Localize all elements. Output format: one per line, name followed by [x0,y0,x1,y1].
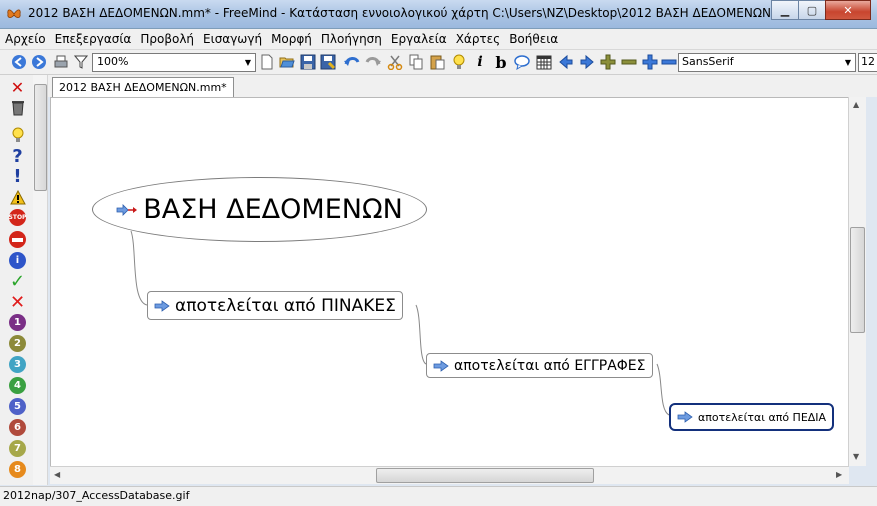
back-icon[interactable] [10,53,28,71]
menu-bar: Αρχείο Επεξεργασία Προβολή Εισαγωγή Μορφ… [0,29,877,50]
ok-icon[interactable]: ✓ [9,271,26,292]
forward-icon[interactable] [30,53,48,71]
tab-map[interactable]: 2012 ΒΑΣΗ ΔΕΔΟΜΕΝΩΝ.mm* [52,77,234,97]
open-icon[interactable] [278,53,296,71]
undo-icon[interactable] [343,53,361,71]
important-icon[interactable]: ! [9,166,26,187]
new-icon[interactable] [258,53,276,71]
scroll-up-icon[interactable]: ▲ [853,100,859,109]
scroll-right-icon[interactable]: ▶ [836,470,842,479]
bold-icon[interactable]: b [492,53,510,72]
main-toolbar: 100% ▼ i b SansSerif ▼ 12 [0,50,877,75]
arrow-right-icon [154,299,170,312]
menu-insert[interactable]: Εισαγωγή [198,29,266,49]
delete-all-icon[interactable] [9,98,26,116]
font-family-value: SansSerif [682,55,734,68]
scroll-left-icon[interactable]: ◀ [54,470,60,479]
menu-file[interactable]: Αρχείο [0,29,50,49]
window-controls: ▁ ▢ ✕ [771,0,871,20]
scroll-down-icon[interactable]: ▼ [853,452,859,461]
priority-2-icon[interactable]: 2 [9,335,26,352]
copy-icon[interactable] [407,53,425,71]
menu-format[interactable]: Μορφή [266,29,316,49]
save-icon[interactable] [299,53,317,71]
priority-6-icon[interactable]: 6 [9,419,26,436]
no-entry-icon[interactable] [9,231,26,248]
priority-1-icon[interactable]: 1 [9,314,26,331]
remove-last-icon[interactable]: ✕ [9,78,26,97]
priority-4-icon[interactable]: 4 [9,377,26,394]
redo-icon[interactable] [364,53,382,71]
menu-edit[interactable]: Επεξεργασία [50,29,136,49]
priority-5-icon[interactable]: 5 [9,398,26,415]
stop-icon[interactable]: STOP [9,209,26,226]
status-text: 2012nap/307_AccessDatabase.gif [3,489,190,502]
arrow-right-icon [677,411,693,423]
window-title: 2012 ΒΑΣΗ ΔΕΔΟΜΕΝΩΝ.mm* - FreeMind - Κατ… [28,6,799,20]
paste-icon[interactable] [428,53,446,71]
butterfly-app-icon [7,9,21,18]
child-node-label: αποτελείται από ΠΕΔΙΑ [698,410,827,424]
scrollbar-thumb[interactable] [850,227,865,333]
maximize-button[interactable]: ▢ [798,0,826,20]
add-icon[interactable] [599,53,617,71]
menu-view[interactable]: Προβολή [135,29,198,49]
scrollbar-thumb[interactable] [34,84,47,191]
cancel-icon[interactable]: ✕ [9,292,26,313]
menu-tools[interactable]: Εργαλεία [386,29,451,49]
root-node[interactable]: ΒΑΣΗ ΔΕΔΟΜΕΝΩΝ [92,177,427,242]
minimize-button[interactable]: ▁ [771,0,799,20]
note-icon[interactable] [513,53,531,71]
node-left-icon[interactable] [557,53,575,71]
save-as-icon[interactable] [319,53,337,71]
calendar-icon[interactable] [535,53,553,71]
icon-toolbar: ✕ ? ! STOP i ✓ ✕ 1 2 3 4 5 6 7 8 [0,75,34,485]
tab-strip: 2012 ΒΑΣΗ ΔΕΔΟΜΕΝΩΝ.mm* [48,75,877,97]
info-icon[interactable]: i [9,252,26,269]
grow-icon[interactable] [641,53,659,71]
font-size-select[interactable]: 12 [858,53,877,72]
child-node-tables[interactable]: αποτελείται από ΠΙΝΑΚΕΣ [147,291,403,320]
horizontal-scrollbar[interactable]: ◀ ▶ [50,466,849,484]
chevron-down-icon: ▼ [244,58,252,67]
print-icon[interactable] [52,53,70,71]
cut-icon[interactable] [386,53,404,71]
warning-icon[interactable] [9,188,26,206]
child-node-label: αποτελείται από ΕΓΓΡΑΦΕΣ [454,357,646,374]
priority-3-icon[interactable]: 3 [9,356,26,373]
arrow-right-icon [433,359,449,372]
filter-icon[interactable] [72,53,90,71]
font-size-value: 12 [861,55,875,68]
remove-icon[interactable] [620,53,638,71]
zoom-value: 100% [97,55,129,68]
priority-8-icon[interactable]: 8 [9,461,26,478]
child-node-fields-selected[interactable]: αποτελείται από ΠΕΔΙΑ [669,403,835,431]
scrollbar-thumb[interactable] [376,468,594,483]
child-node-label: αποτελείται από ΠΙΝΑΚΕΣ [175,295,396,316]
idea-icon[interactable] [450,53,468,71]
menu-help[interactable]: Βοήθεια [504,29,562,49]
node-right-icon[interactable] [578,53,596,71]
font-family-select[interactable]: SansSerif ▼ [678,53,856,72]
root-node-label: ΒΑΣΗ ΔΕΔΟΜΕΝΩΝ [143,194,403,225]
node-link-arrow-icon [116,203,138,216]
priority-7-icon[interactable]: 7 [9,440,26,457]
close-button[interactable]: ✕ [825,0,871,20]
icon-toolbar-scrollbar[interactable] [33,75,48,485]
chevron-down-icon: ▼ [844,58,852,67]
zoom-select[interactable]: 100% ▼ [92,53,256,72]
vertical-scrollbar[interactable]: ▲ ▼ [848,97,866,466]
freemind-window: 2012 ΒΑΣΗ ΔΕΔΟΜΕΝΩΝ.mm* - FreeMind - Κατ… [0,0,877,506]
shrink-icon[interactable] [660,53,678,71]
menu-maps[interactable]: Χάρτες [451,29,505,49]
menu-navigate[interactable]: Πλοήγηση [316,29,386,49]
question-icon[interactable]: ? [9,146,26,167]
child-node-records[interactable]: αποτελείται από ΕΓΓΡΑΦΕΣ [426,353,653,378]
idea-icon[interactable] [9,126,26,144]
status-bar: 2012nap/307_AccessDatabase.gif [0,486,877,506]
title-bar: 2012 ΒΑΣΗ ΔΕΔΟΜΕΝΩΝ.mm* - FreeMind - Κατ… [0,0,877,29]
italic-icon[interactable]: i [471,53,489,71]
mindmap-canvas[interactable]: ΒΑΣΗ ΔΕΔΟΜΕΝΩΝ αποτελείται από ΠΙΝΑΚΕΣ α… [50,97,849,468]
